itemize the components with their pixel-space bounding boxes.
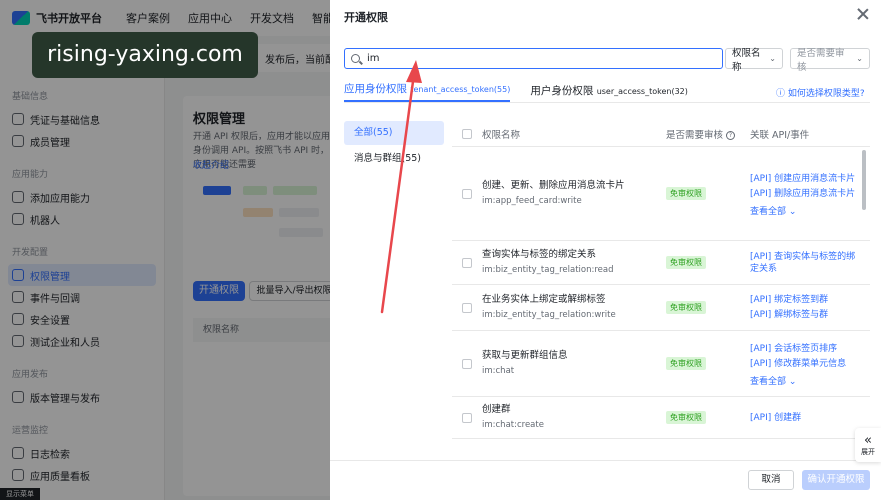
review-badge: 免审权限 [666, 411, 706, 424]
api-link[interactable]: [API] 创建群 [750, 412, 860, 424]
api-link[interactable]: [API] 创建应用消息流卡片 [750, 173, 860, 185]
permission-code: im:chat:create [482, 420, 544, 430]
review-badge: 免审权限 [666, 256, 706, 269]
view-all-link[interactable]: 查看全部 ⌄ [750, 374, 860, 387]
table-row: 在业务实体上绑定或解绑标签 im:biz_entity_tag_relation:… [452, 285, 870, 331]
api-link[interactable]: [API] 修改群菜单元信息 [750, 358, 860, 370]
chevron-down-icon: ⌄ [788, 207, 797, 217]
api-link[interactable]: [API] 删除应用消息流卡片 [750, 188, 860, 200]
column-header-name: 权限名称 [482, 129, 521, 141]
permission-name: 创建群 [482, 404, 511, 415]
permission-name: 创建、更新、删除应用消息流卡片 [482, 180, 625, 191]
open-permission-drawer: 开通权限 权限名称 ⌄ 是否需要审核 ⌄ 应用身份权限 tenant_acces… [330, 0, 881, 500]
drawer-title: 开通权限 [344, 11, 388, 24]
select-all-checkbox[interactable] [462, 128, 472, 139]
column-header-review: 是否需要审核? [666, 127, 750, 141]
permission-name: 获取与更新群组信息 [482, 350, 568, 361]
filter-field-select[interactable]: 权限名称 ⌄ [725, 48, 783, 73]
permission-code: im:chat [482, 366, 515, 376]
column-header-review-label: 是否需要审核 [666, 129, 724, 141]
view-all-link[interactable]: 查看全部 ⌄ [750, 204, 860, 217]
search-input[interactable] [367, 53, 707, 64]
tab-code: user_access_token(32) [596, 87, 688, 96]
review-badge: 免审权限 [666, 187, 706, 200]
filter-field-value: 权限名称 [732, 47, 761, 73]
review-badge: 免审权限 [666, 357, 706, 370]
tab-label: 应用身份权限 [344, 83, 407, 95]
question-icon: ⓘ [776, 89, 788, 99]
search-icon [351, 54, 360, 63]
tab-user-permissions[interactable]: 用户身份权限 user_access_token(32) [530, 83, 688, 102]
chevron-down-icon: ⌄ [788, 377, 797, 387]
chevron-down-icon: ⌄ [856, 54, 863, 63]
chevron-down-icon: ⌄ [769, 54, 776, 63]
expand-panel-button[interactable]: « 展开 [855, 428, 881, 462]
column-header-api: 关联 API/事件 [750, 129, 810, 141]
table-header: 权限名称 是否需要审核? 关联 API/事件 [452, 121, 870, 147]
table-row: 查询实体与标签的绑定关系 im:biz_entity_tag_relation:r… [452, 241, 870, 285]
table-scrollbar[interactable] [862, 150, 866, 210]
watermark: rising-yaxing.com [32, 32, 258, 78]
tab-divider [344, 102, 870, 103]
category-list: 全部(55) 消息与群组(55) [344, 121, 444, 173]
row-checkbox[interactable] [462, 302, 472, 313]
table-row: 创建、更新、删除应用消息流卡片 im:app_feed_card:write 免审… [452, 147, 870, 241]
search-box[interactable] [344, 48, 723, 69]
row-checkbox[interactable] [462, 188, 472, 199]
row-checkbox[interactable] [462, 412, 472, 423]
row-checkbox[interactable] [462, 257, 472, 268]
confirm-open-button[interactable]: 确认开通权限 [802, 470, 870, 490]
review-badge: 免审权限 [666, 301, 706, 314]
view-all-label: 查看全部 [750, 377, 787, 387]
help-link[interactable]: ⓘ 如何选择权限类型? [776, 86, 865, 99]
double-chevron-left-icon: « [864, 432, 872, 448]
permission-code: im:app_feed_card:write [482, 196, 582, 206]
api-link[interactable]: [API] 绑定标签到群 [750, 294, 860, 306]
api-link[interactable]: [API] 会话标签页排序 [750, 343, 860, 355]
category-item-all[interactable]: 全部(55) [344, 121, 444, 145]
tab-tenant-permissions[interactable]: 应用身份权限 tenant_access_token(55) [344, 81, 511, 102]
row-checkbox[interactable] [462, 358, 472, 369]
review-filter-select[interactable]: 是否需要审核 ⌄ [790, 48, 870, 73]
permission-code: im:biz_entity_tag_relation:read [482, 265, 614, 275]
permission-table: 权限名称 是否需要审核? 关联 API/事件 创建、更新、删除应用消息流卡片 im… [452, 121, 870, 441]
info-icon[interactable]: ? [726, 130, 736, 140]
permission-code: im:biz_entity_tag_relation:write [482, 310, 616, 320]
api-link[interactable]: [API] 解绑标签与群 [750, 309, 860, 321]
table-row: 创建群 im:chat:create 免审权限 [API] 创建群 [452, 397, 870, 439]
category-item-messaging[interactable]: 消息与群组(55) [344, 147, 444, 171]
tab-label: 用户身份权限 [530, 85, 594, 97]
review-filter-placeholder: 是否需要审核 [797, 47, 845, 73]
expand-label: 展开 [861, 447, 875, 456]
cancel-button[interactable]: 取消 [748, 470, 794, 490]
help-link-label: 如何选择权限类型? [787, 89, 865, 99]
permission-name: 查询实体与标签的绑定关系 [482, 249, 597, 260]
close-icon[interactable] [856, 7, 870, 21]
api-link[interactable]: [API] 查询实体与标签的绑定关系 [750, 251, 860, 275]
permission-name: 在业务实体上绑定或解绑标签 [482, 294, 606, 305]
drawer-footer: 取消 确认开通权限 [330, 460, 881, 500]
view-all-label: 查看全部 [750, 207, 787, 217]
table-row: 获取与更新群组信息 im:chat 免审权限 [API] 会话标签页排序 [API]… [452, 331, 870, 397]
tab-code: tenant_access_token(55) [410, 85, 511, 94]
